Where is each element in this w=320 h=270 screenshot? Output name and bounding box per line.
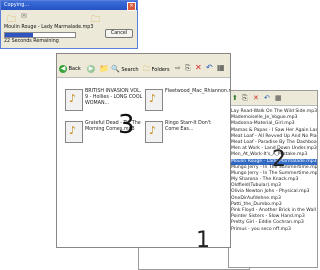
copy-to-icon[interactable]: ⎘ (185, 64, 191, 73)
folders-button[interactable]: 🗀 Folders (143, 64, 170, 75)
delete-icon[interactable]: ✕ (253, 93, 259, 103)
copy-icon[interactable]: ⎘ (242, 93, 248, 103)
undo-icon[interactable]: ↶ (264, 93, 270, 103)
forward-arrow-icon[interactable]: ▶ (87, 65, 95, 73)
file-list-item[interactable]: Pretty Girl - Eddie Cochran.mp3 (229, 220, 317, 226)
file-list-item[interactable]: Primus - you seco nff.mp3 (229, 227, 317, 233)
explorer-toolbar: ◀ Back ▶ 📁 🔍 Search 🗀 Folders ⇨ ⎘ ✕ ↶ ▦ (57, 62, 230, 78)
annotation-number-1: 1 (196, 228, 210, 253)
views-icon[interactable]: ▦ (217, 63, 225, 72)
music-file-icon (145, 121, 163, 143)
search-button[interactable]: 🔍 Search (111, 64, 139, 75)
file-name: BRITISH INVASION VOL. 9 - Hollies - LONG… (85, 89, 143, 106)
folders-label: Folders (151, 67, 170, 73)
file-tile[interactable]: Ringo Starr-It Don't Come Eas... (143, 120, 223, 144)
close-icon[interactable]: ✕ (127, 2, 136, 11)
progress-bar (4, 32, 76, 38)
move-to-icon[interactable]: ⇨ (175, 64, 181, 72)
file-list-item[interactable]: Olivia Newton John - Physical.mp3 (229, 189, 317, 195)
up-arrow-icon[interactable]: ⬆ (232, 93, 238, 103)
time-remaining: 22 Seconds Remaining (4, 39, 59, 44)
file-list-window: ⬆ ⎘ ✕ ↶ ▦ Lay Read-Walk On The Wild Side… (228, 90, 318, 268)
up-folder-icon[interactable]: 📁 (99, 64, 109, 73)
back-label: Back (68, 66, 81, 72)
menu-bar (57, 54, 230, 62)
delete-icon[interactable]: ✕ (195, 63, 202, 72)
views-icon[interactable]: ▦ (275, 93, 282, 103)
file-tile[interactable]: BRITISH INVASION VOL. 9 - Hollies - LONG… (63, 88, 143, 112)
search-icon: 🔍 (111, 65, 120, 73)
file-list-item[interactable]: Mamas & Papas - I Saw Her Again Last Nig… (229, 128, 317, 134)
cancel-button[interactable]: Cancel (105, 29, 133, 38)
copying-file-name: Moulin Rouge - Lady Marmalade.mp3 (4, 25, 94, 30)
dialog-title: Copying... (1, 1, 137, 10)
back-arrow-icon: ◀ (59, 64, 67, 73)
file-list-toolbar: ⬆ ⎘ ✕ ↶ ▦ (229, 91, 317, 106)
back-button[interactable]: ◀ Back (59, 64, 85, 75)
flying-paper-icon: ✉ (21, 12, 27, 20)
copying-dialog: Copying... ✕ 🗀 ✉ 🗀 Moulin Rouge - Lady M… (0, 0, 138, 49)
file-tile[interactable]: Fleetwood_Mac_Rhiannon.mp3 (143, 88, 230, 112)
annotation-number-3: 3 (118, 110, 135, 140)
undo-icon[interactable]: ↶ (206, 63, 213, 72)
folders-icon: 🗀 (143, 65, 150, 73)
file-name: Fleetwood_Mac_Rhiannon.mp3 (165, 89, 230, 94)
file-name: Ringo Starr-It Don't Come Eas... (165, 121, 212, 132)
search-label: Search (121, 67, 139, 73)
progress-bar-fill (5, 33, 33, 37)
music-file-icon (65, 121, 83, 143)
music-file-icon (145, 89, 163, 111)
annotation-number-2: 2 (272, 147, 286, 172)
folder-view-window: ◀ Back ▶ 📁 🔍 Search 🗀 Folders ⇨ ⎘ ✕ ↶ ▦ … (56, 53, 231, 248)
music-file-icon (65, 89, 83, 111)
